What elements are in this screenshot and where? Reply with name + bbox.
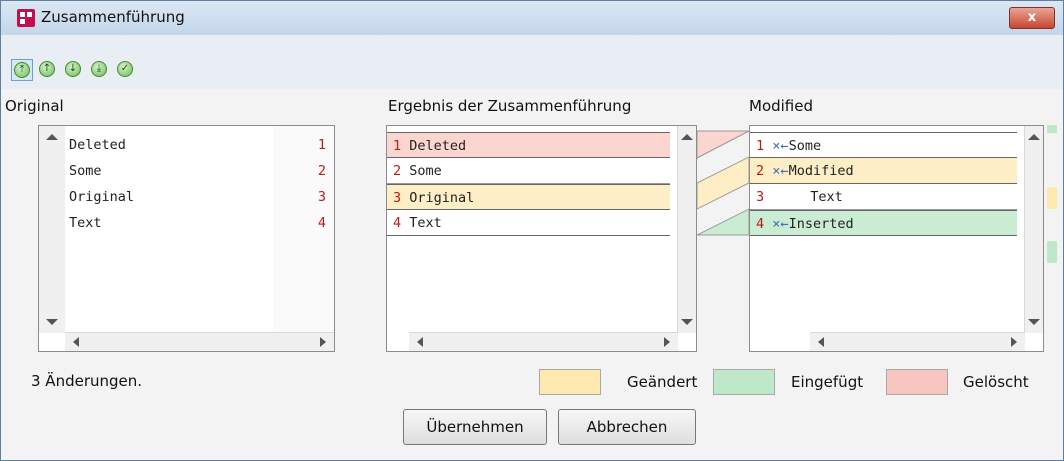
last-change-button[interactable]: ⤓ [89,59,111,81]
last-change-icon: ⤓ [91,61,107,77]
deleted-swatch [886,369,948,395]
accept-icon: ✓ [117,61,133,77]
modified-line[interactable]: 3 Text [750,184,1017,210]
next-change-button[interactable]: ↓ [63,59,85,81]
merge-dialog: Zusammenführung x ⤒ ↑ ↓ ⤓ ✓ Original Del… [0,0,1064,461]
result-label: Ergebnis der Zusammenführung [388,97,632,115]
change-overview-strip[interactable] [1047,125,1057,352]
scroll-up-icon[interactable] [46,134,58,140]
apply-left-icon[interactable]: ← [780,216,788,232]
change-connector [697,130,749,236]
result-line[interactable]: 1 Deleted [387,132,670,158]
scroll-left-icon[interactable] [818,337,824,347]
title-bar[interactable]: Zusammenführung x [1,1,1063,35]
original-label: Original [5,97,64,115]
connector-inserted [697,208,749,236]
modified-line[interactable]: 1 ×←Some [750,132,1017,158]
list-item: Text [69,215,102,231]
connector-deleted [697,130,749,159]
toolbar: ⤒ ↑ ↓ ⤓ ✓ [11,59,1055,89]
scroll-right-icon[interactable] [320,337,326,347]
accept-button[interactable]: ✓ [115,59,137,81]
line-number: 2 [317,163,326,179]
original-hscrollbar[interactable] [65,332,334,351]
app-icon [17,9,35,27]
content-area: Original Deleted Some Original Text 1 2 … [1,89,1063,460]
apply-left-icon[interactable]: ← [780,138,788,154]
modified-vscrollbar[interactable] [1024,126,1043,333]
legend-deleted-label: Gelöscht [963,373,1029,391]
modified-hscrollbar[interactable] [810,332,1025,351]
list-item: Some [69,163,102,179]
merge-all-button[interactable]: ⤒ [11,59,33,81]
inserted-swatch [713,369,775,395]
apply-left-icon[interactable]: ← [780,163,788,179]
previous-change-icon: ↑ [39,61,55,77]
result-vscrollbar[interactable] [677,126,696,333]
window-title: Zusammenführung [41,8,185,26]
previous-change-button[interactable]: ↑ [37,59,59,81]
cancel-button[interactable]: Abbrechen [558,409,696,445]
modified-pane[interactable]: 1 ×←Some 2 ×←Modified 3 Text 4 ×←Inserte… [749,125,1044,352]
list-item: Deleted [69,137,126,153]
original-scrollbar[interactable] [39,126,66,333]
scroll-up-icon[interactable] [1028,134,1040,140]
status-text: 3 Änderungen. [31,372,143,390]
result-line[interactable]: 3 Original [387,184,670,210]
result-pane[interactable]: 1 Deleted 2 Some 3 Original 4 Text [386,125,697,352]
original-text-area[interactable]: Deleted Some Original Text [65,126,273,333]
scroll-left-icon[interactable] [417,337,423,347]
scroll-down-icon[interactable] [681,319,693,325]
list-item: Original [69,189,135,205]
close-button[interactable]: x [1009,7,1055,29]
result-hscrollbar[interactable] [409,332,678,351]
merge-all-icon: ⤒ [14,62,30,78]
modified-line[interactable]: 2 ×←Modified [750,158,1017,184]
line-number: 1 [317,137,326,153]
modified-label: Modified [749,97,814,115]
line-number: 4 [317,215,326,231]
line-number: 3 [317,189,326,205]
original-pane[interactable]: Deleted Some Original Text 1 2 3 4 [38,125,335,352]
scroll-left-icon[interactable] [73,337,79,347]
next-change-icon: ↓ [65,61,81,77]
scroll-right-icon[interactable] [664,337,670,347]
legend-changed-label: Geändert [627,373,698,391]
scroll-down-icon[interactable] [1028,319,1040,325]
apply-button[interactable]: Übernehmen [403,409,547,445]
modified-line[interactable]: 4 ×←Inserted [750,210,1017,236]
connector-changed [697,156,749,210]
scroll-down-icon[interactable] [46,319,58,325]
scroll-right-icon[interactable] [1011,337,1017,347]
changed-swatch [539,369,601,395]
legend-inserted-label: Eingefügt [791,373,864,391]
scroll-up-icon[interactable] [681,134,693,140]
result-line[interactable]: 2 Some [387,158,670,184]
result-line[interactable]: 4 Text [387,210,670,236]
